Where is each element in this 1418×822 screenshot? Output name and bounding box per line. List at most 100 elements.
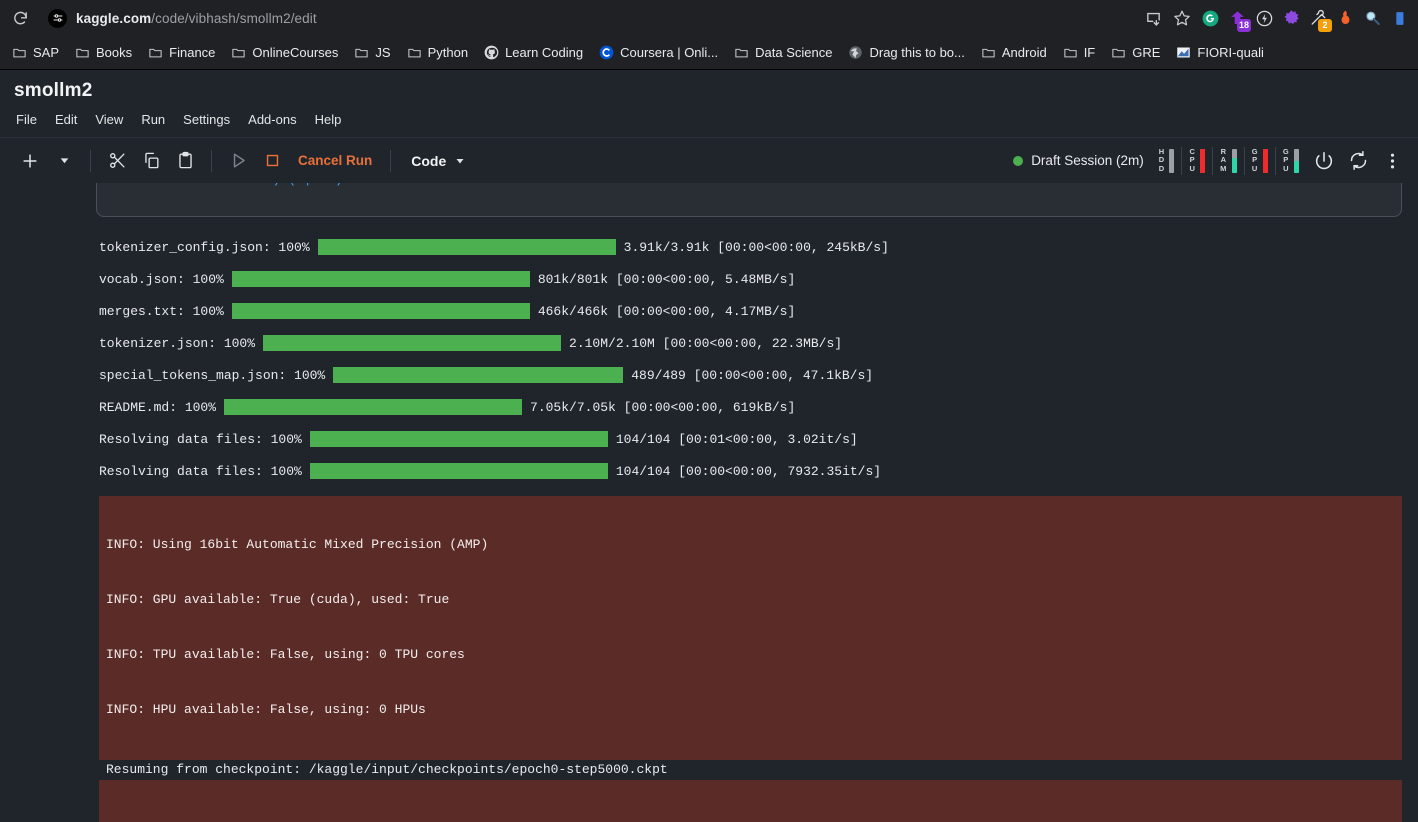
notebook-menubar: File Edit View Run Settings Add-ons Help bbox=[0, 104, 1418, 137]
reload-icon[interactable] bbox=[6, 4, 34, 32]
blue-extension-icon[interactable] bbox=[1386, 5, 1412, 31]
log-block-distributed: INFO: ----------------------------------… bbox=[99, 779, 1402, 822]
paste-button[interactable] bbox=[169, 145, 201, 177]
bookmark-item[interactable]: JS bbox=[346, 41, 398, 64]
progress-row: Resolving data files: 100% 104/104 [00:0… bbox=[0, 423, 1418, 455]
bookmark-item[interactable]: GRE bbox=[1103, 41, 1168, 64]
chevron-down-icon[interactable] bbox=[48, 145, 80, 177]
omnibox-actions: 18 2 bbox=[1139, 4, 1412, 32]
progress-row: README.md: 100% 7.05k/7.05k [00:00<00:00… bbox=[0, 391, 1418, 423]
bookmark-label: SAP bbox=[33, 45, 60, 60]
progress-stats: 466k/466k [00:00<00:00, 4.17MB/s] bbox=[537, 303, 796, 319]
menu-add-ons[interactable]: Add-ons bbox=[240, 108, 304, 131]
cell-type-label: Code bbox=[411, 152, 447, 169]
progress-label: Resolving data files: 100% bbox=[99, 431, 302, 447]
kebab-menu-icon[interactable] bbox=[1376, 145, 1408, 177]
bookmark-item[interactable]: Finance bbox=[140, 41, 223, 64]
install-app-icon[interactable] bbox=[1139, 4, 1167, 32]
progress-row: tokenizer.json: 100% 2.10M/2.10M [00:00<… bbox=[0, 327, 1418, 359]
notebook-toolbar: Cancel Run Code Draft Session (2m) HDD C… bbox=[0, 137, 1418, 183]
bookmark-item[interactable]: FIORI-quali bbox=[1168, 41, 1271, 64]
menu-help[interactable]: Help bbox=[307, 108, 350, 131]
meter-label: RAM bbox=[1220, 146, 1227, 173]
bookmark-item[interactable]: Learn Coding bbox=[476, 41, 591, 64]
cancel-run-button[interactable]: Cancel Run bbox=[290, 149, 380, 172]
bookmark-item[interactable]: Python bbox=[399, 41, 476, 64]
browser-chrome: kaggle.com/code/vibhash/smollm2/edit 18 bbox=[0, 0, 1418, 70]
tools-extension-icon[interactable]: 2 bbox=[1305, 5, 1332, 32]
meter-gpu-2[interactable]: GPU bbox=[1274, 146, 1306, 175]
kaggle-notebook-app: smollm2 File Edit View Run Settings Add-… bbox=[0, 70, 1418, 822]
menu-run[interactable]: Run bbox=[133, 108, 173, 131]
folder-icon bbox=[354, 45, 369, 60]
menu-view[interactable]: View bbox=[87, 108, 131, 131]
meter-cpu[interactable]: CPU bbox=[1181, 146, 1212, 175]
resource-meters: HDD CPU RAM GPU GPU bbox=[1152, 146, 1306, 175]
stop-button[interactable] bbox=[256, 145, 288, 177]
bookmark-label: Python bbox=[427, 45, 469, 60]
meter-gpu-1[interactable]: GPU bbox=[1243, 146, 1275, 175]
cell-type-select[interactable]: Code bbox=[401, 149, 472, 173]
progress-stats: 489/489 [00:00<00:00, 47.1kB/s] bbox=[631, 367, 874, 383]
checkpoint-resume-line: Resuming from checkpoint: /kaggle/input/… bbox=[99, 759, 1402, 779]
progress-label: tokenizer_config.json: 100% bbox=[99, 239, 310, 255]
progress-stats: 7.05k/7.05k [00:00<00:00, 619kB/s] bbox=[530, 399, 796, 415]
menu-file[interactable]: File bbox=[8, 108, 45, 131]
cell-output: tokenizer_config.json: 100% 3.91k/3.91k … bbox=[0, 231, 1418, 822]
progress-row: merges.txt: 100% 466k/466k [00:00<00:00,… bbox=[0, 295, 1418, 327]
add-cell-button[interactable] bbox=[14, 145, 46, 177]
speed-extension-icon[interactable] bbox=[1251, 5, 1277, 31]
cut-button[interactable] bbox=[101, 145, 133, 177]
url-domain: kaggle.com bbox=[76, 10, 152, 26]
coursera-icon bbox=[599, 45, 614, 60]
globe-icon bbox=[848, 45, 863, 60]
bookmark-label: Coursera | Onli... bbox=[620, 45, 719, 60]
progress-label: Resolving data files: 100% bbox=[99, 463, 302, 479]
bookmark-label: Drag this to bo... bbox=[869, 45, 965, 60]
site-settings-icon[interactable] bbox=[48, 8, 67, 28]
power-button[interactable] bbox=[1308, 145, 1340, 177]
folder-icon bbox=[12, 45, 27, 60]
orange-pin-extension-icon[interactable] bbox=[1332, 5, 1358, 31]
folder-icon bbox=[231, 45, 246, 60]
copy-button[interactable] bbox=[135, 145, 167, 177]
bookmark-item[interactable]: SAP bbox=[4, 41, 67, 64]
bookmark-item[interactable]: Android bbox=[973, 41, 1055, 64]
code-cell[interactable]: = ) ( | - ) bbox=[96, 183, 1402, 217]
toolbar-divider bbox=[211, 149, 212, 172]
page-title: smollm2 bbox=[14, 80, 93, 101]
grammarly-extension-icon[interactable] bbox=[1197, 5, 1223, 31]
bookmark-star-icon[interactable] bbox=[1168, 4, 1196, 32]
meter-label: CPU bbox=[1189, 146, 1196, 173]
bookmark-item[interactable]: Books bbox=[67, 41, 140, 64]
address-bar[interactable]: kaggle.com/code/vibhash/smollm2/edit bbox=[38, 4, 1135, 32]
run-button[interactable] bbox=[222, 145, 254, 177]
github-icon bbox=[484, 45, 499, 60]
bookmark-label: Data Science bbox=[755, 45, 833, 60]
restart-button[interactable] bbox=[1342, 145, 1374, 177]
bookmark-label: JS bbox=[375, 45, 391, 60]
bookmark-item[interactable]: Data Science bbox=[726, 41, 840, 64]
purple-arrow-extension-icon[interactable]: 18 bbox=[1224, 5, 1251, 32]
menu-edit[interactable]: Edit bbox=[47, 108, 85, 131]
bookmark-item[interactable]: IF bbox=[1055, 41, 1104, 64]
meter-hdd[interactable]: HDD bbox=[1152, 147, 1182, 175]
folder-icon bbox=[1111, 45, 1126, 60]
folder-icon bbox=[734, 45, 749, 60]
progress-stats: 3.91k/3.91k [00:00<00:00, 245kB/s] bbox=[623, 239, 889, 255]
log-line: INFO: GPU available: True (cuda), used: … bbox=[106, 592, 450, 608]
log-line: INFO: Using 16bit Automatic Mixed Precis… bbox=[106, 536, 489, 552]
gear-extension-icon[interactable] bbox=[1278, 5, 1304, 31]
magnifier-extension-icon[interactable] bbox=[1359, 5, 1385, 31]
notebook-body[interactable]: = ) ( | - ) tokenizer_config.json: 100% … bbox=[0, 183, 1418, 822]
bookmark-label: Android bbox=[1001, 45, 1047, 60]
progress-bar bbox=[333, 367, 624, 383]
meter-ram[interactable]: RAM bbox=[1212, 146, 1244, 175]
progress-row: vocab.json: 100% 801k/801k [00:00<00:00,… bbox=[0, 263, 1418, 295]
code-text: = ) ( | - ) bbox=[257, 183, 343, 187]
session-status[interactable]: Draft Session (2m) bbox=[1013, 153, 1150, 168]
bookmark-item[interactable]: Coursera | Onli... bbox=[591, 41, 726, 64]
bookmark-item[interactable]: OnlineCourses bbox=[223, 41, 346, 64]
menu-settings[interactable]: Settings bbox=[175, 108, 238, 131]
bookmark-item[interactable]: Drag this to bo... bbox=[840, 41, 972, 64]
